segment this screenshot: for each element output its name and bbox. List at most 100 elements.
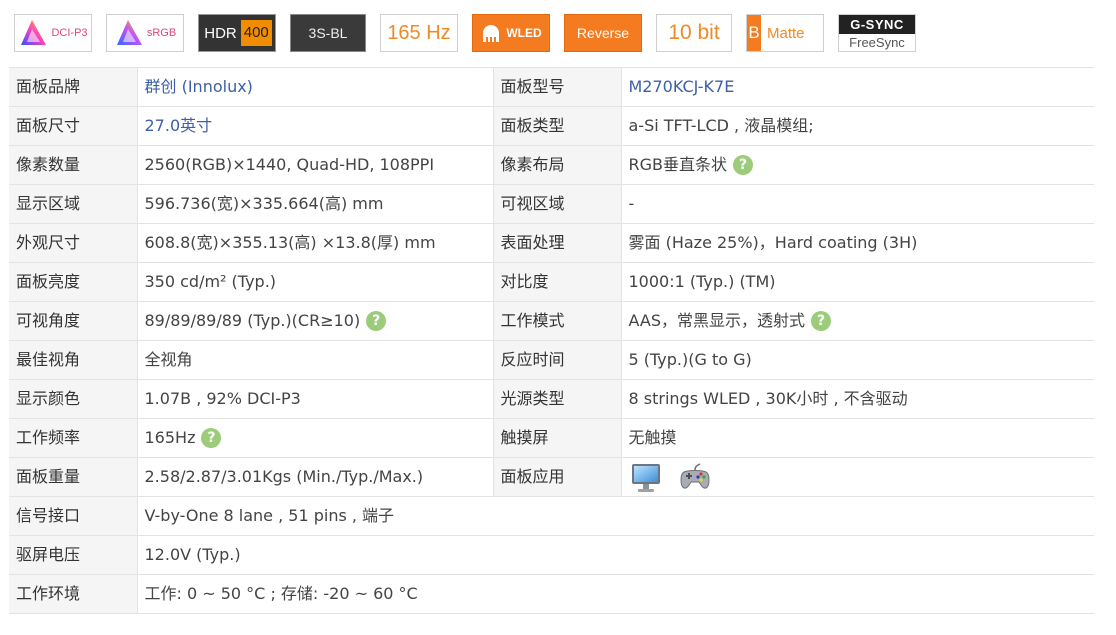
lamp-dome-icon <box>483 25 500 42</box>
table-row: 信号接口 V-by-One 8 lane , 51 pins , 端子 <box>9 496 1094 536</box>
table-row: 显示区域 596.736(宽)×335.664(高) mm 可视区域 - <box>9 184 1094 224</box>
refresh-rate-badge: 165 Hz <box>380 14 458 52</box>
color-gamut-triangle-icon <box>21 20 47 45</box>
table-row: 工作频率 165Hz? 触摸屏 无触摸 <box>9 418 1094 458</box>
spec-key: 对比度 <box>492 262 621 302</box>
spec-value-cell: 89/89/89/89 (Typ.)(CR≥10)? <box>136 301 493 341</box>
spec-value-cell: RGB垂直条状? <box>620 145 1094 185</box>
matte-mark: B <box>747 15 761 51</box>
gamepad-icon <box>680 463 710 489</box>
reverse-badge: Reverse <box>564 14 642 52</box>
wled-badge: WLED <box>472 14 550 52</box>
backlight-badge: 3S-BL <box>290 14 366 52</box>
spec-value: V-by-One 8 lane , 51 pins , 端子 <box>136 496 1094 536</box>
dci-p3-badge: DCI-P3 <box>14 14 92 52</box>
spec-key: 面板类型 <box>492 106 621 146</box>
table-row: 最佳视角 全视角 反应时间 5 (Typ.)(G to G) <box>9 340 1094 380</box>
bit-depth-label: 10 bit <box>668 21 720 44</box>
spec-value: 5 (Typ.)(G to G) <box>620 340 1094 380</box>
table-row: 像素数量 2560(RGB)×1440, Quad-HD, 108PPI 像素布… <box>9 145 1094 185</box>
spec-value: 全视角 <box>136 340 493 380</box>
spec-value: 工作: 0 ~ 50 °C ; 存储: -20 ~ 60 °C <box>136 574 1094 614</box>
refresh-rate-label: 165 Hz <box>387 21 451 44</box>
spec-value-cell: 165Hz? <box>136 418 493 458</box>
color-gamut-triangle-icon <box>116 20 142 45</box>
spec-key: 可视角度 <box>9 301 137 341</box>
help-icon[interactable]: ? <box>811 311 831 332</box>
monitor-icon <box>631 464 660 492</box>
spec-value: 165Hz <box>144 427 196 447</box>
spec-value: 雾面 (Haze 25%)，Hard coating (3H) <box>620 223 1094 263</box>
spec-key: 面板尺寸 <box>9 106 137 146</box>
spec-value: 608.8(宽)×355.13(高) ×13.8(厚) mm <box>136 223 493 263</box>
spec-value: 350 cd/m² (Typ.) <box>136 262 493 302</box>
spec-value[interactable]: 群创 (Innolux) <box>136 67 493 107</box>
table-row: 驱屏电压 12.0V (Typ.) <box>9 535 1094 575</box>
spec-value: 89/89/89/89 (Typ.)(CR≥10) <box>144 310 361 330</box>
spec-value: 1.07B , 92% DCI-P3 <box>136 379 493 419</box>
freesync-label: FreeSync <box>849 35 905 50</box>
bit-depth-badge: 10 bit <box>656 14 732 52</box>
spec-value: RGB垂直条状 <box>628 154 728 174</box>
help-icon[interactable]: ? <box>201 428 222 449</box>
help-icon[interactable]: ? <box>366 311 387 332</box>
spec-value: 无触摸 <box>620 418 1094 458</box>
spec-value: 596.736(宽)×335.664(高) mm <box>136 184 493 224</box>
spec-key: 反应时间 <box>492 340 621 380</box>
table-row: 外观尺寸 608.8(宽)×355.13(高) ×13.8(厚) mm 表面处理… <box>9 223 1094 263</box>
spec-table: 面板品牌 群创 (Innolux) 面板型号 M270KCJ-K7E 面板尺寸 … <box>9 67 1094 614</box>
spec-value[interactable]: 27.0英寸 <box>136 106 493 146</box>
spec-value-cell: AAS，常黑显示，透射式? <box>620 301 1094 341</box>
gsync-label: G-SYNC <box>839 15 915 34</box>
spec-key: 工作模式 <box>492 301 621 341</box>
table-row: 显示颜色 1.07B , 92% DCI-P3 光源类型 8 strings W… <box>9 379 1094 419</box>
hdr-level: 400 <box>240 20 272 46</box>
dci-p3-label: DCI-P3 <box>51 27 88 39</box>
spec-key: 工作环境 <box>9 574 137 614</box>
spec-value: 12.0V (Typ.) <box>136 535 1094 575</box>
spec-key: 面板重量 <box>9 457 137 497</box>
spec-key: 像素数量 <box>9 145 137 185</box>
spec-key: 工作频率 <box>9 418 137 458</box>
feature-badges: DCI-P3 sRGB HDR 400 3S-BL 165 Hz WLED Re… <box>0 0 1116 66</box>
spec-key: 信号接口 <box>9 496 137 536</box>
spec-key: 面板应用 <box>492 457 621 497</box>
spec-key: 可视区域 <box>492 184 621 224</box>
spec-key: 像素布局 <box>492 145 621 185</box>
spec-key: 触摸屏 <box>492 418 621 458</box>
spec-key: 最佳视角 <box>9 340 137 380</box>
table-row: 面板亮度 350 cd/m² (Typ.) 对比度 1000:1 (Typ.) … <box>9 262 1094 302</box>
wled-label: WLED <box>506 26 542 40</box>
gsync-freesync-badge: G-SYNC FreeSync <box>838 14 916 52</box>
spec-value: 2.58/2.87/3.01Kgs (Min./Typ./Max.) <box>136 457 493 497</box>
spec-key: 面板型号 <box>492 67 621 107</box>
spec-key: 显示区域 <box>9 184 137 224</box>
table-row: 面板品牌 群创 (Innolux) 面板型号 M270KCJ-K7E <box>9 67 1094 107</box>
matte-label: Matte <box>767 24 805 42</box>
table-row: 面板重量 2.58/2.87/3.01Kgs (Min./Typ./Max.) … <box>9 457 1094 497</box>
backlight-label: 3S-BL <box>308 25 348 41</box>
spec-value: 1000:1 (Typ.) (TM) <box>620 262 1094 302</box>
table-row: 面板尺寸 27.0英寸 面板类型 a-Si TFT-LCD , 液晶模组; <box>9 106 1094 146</box>
spec-value: 8 strings WLED , 30K小时 , 不含驱动 <box>620 379 1094 419</box>
spec-value[interactable]: M270KCJ-K7E <box>620 67 1094 107</box>
matte-badge: B Matte <box>746 14 824 52</box>
spec-key: 光源类型 <box>492 379 621 419</box>
spec-key: 面板品牌 <box>9 67 137 107</box>
spec-key: 外观尺寸 <box>9 223 137 263</box>
table-row: 工作环境 工作: 0 ~ 50 °C ; 存储: -20 ~ 60 °C <box>9 574 1094 614</box>
table-row: 可视角度 89/89/89/89 (Typ.)(CR≥10)? 工作模式 AAS… <box>9 301 1094 341</box>
spec-key: 表面处理 <box>492 223 621 263</box>
srgb-label: sRGB <box>146 27 177 39</box>
hdr-label: HDR <box>204 24 237 42</box>
help-icon[interactable]: ? <box>733 155 753 176</box>
srgb-badge: sRGB <box>106 14 184 52</box>
spec-value: AAS，常黑显示，透射式 <box>628 310 806 330</box>
spec-value: - <box>620 184 1094 224</box>
reverse-label: Reverse <box>576 25 630 41</box>
spec-value: 2560(RGB)×1440, Quad-HD, 108PPI <box>136 145 493 185</box>
application-icons <box>620 457 1094 497</box>
spec-value: a-Si TFT-LCD , 液晶模组; <box>620 106 1094 146</box>
spec-key: 驱屏电压 <box>9 535 137 575</box>
hdr-badge: HDR 400 <box>198 14 276 52</box>
